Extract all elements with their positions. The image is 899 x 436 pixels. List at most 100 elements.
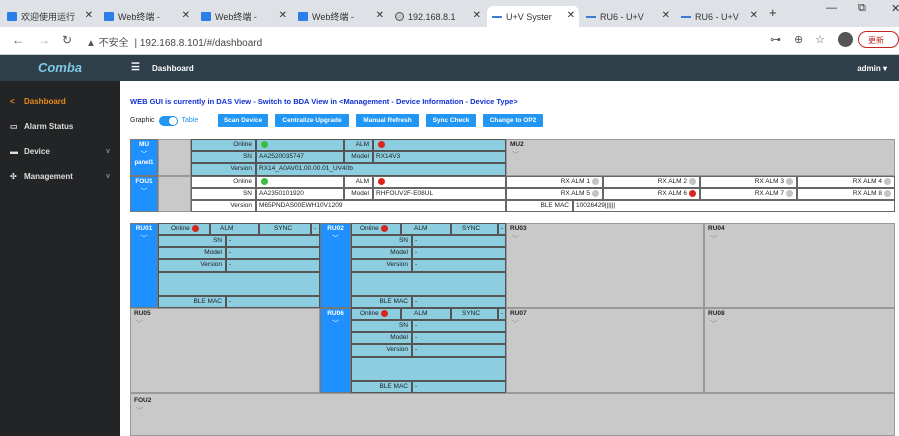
change-op2-button[interactable]: Change to OP2 [483, 114, 543, 127]
status-gray-icon [786, 189, 793, 197]
profile-avatar-icon[interactable] [838, 32, 853, 47]
ru01-label[interactable]: RU01 ﹀ [130, 223, 158, 308]
ru02-ble-mac-value: - [412, 296, 506, 308]
update-button[interactable]: 更新 [858, 31, 899, 48]
ru01-alm: ALM [210, 223, 259, 235]
ru07-block[interactable]: RU07 ﹀ [506, 308, 704, 393]
sidebar-item-alarm-status[interactable]: ▭ Alarm Status [0, 114, 120, 139]
rx-alarm-4: RX ALM 4 [797, 176, 895, 188]
mu2-block[interactable]: MU2 ﹀ [506, 139, 895, 176]
ru02-alm: ALM [401, 223, 451, 235]
view-toggle: Graphic Table [130, 114, 198, 127]
fou2-block[interactable]: FOU2 ﹀ [130, 393, 895, 436]
ru02-label[interactable]: RU02 ﹀ [320, 223, 351, 308]
browser-tab[interactable]: 192.168.8.1 ✕ [390, 6, 485, 27]
monitor-icon: ▭ [10, 122, 18, 131]
close-tab-icon[interactable]: ✕ [567, 10, 575, 21]
forward-icon[interactable]: → [38, 33, 50, 47]
rx-alarm-6: RX ALM 6 [603, 188, 700, 200]
ru06-version-value: - [412, 344, 506, 357]
url-field[interactable]: ▲ 不安全 | 192.168.8.101/#/dashboard [86, 34, 262, 49]
mu-alm-status [373, 139, 506, 151]
chevron-down-icon: ﹀ [332, 235, 339, 242]
fou1-model-label: Model [344, 188, 373, 200]
ru04-block[interactable]: RU04 ﹀ [704, 223, 895, 308]
status-red-icon [191, 224, 199, 232]
not-secure-label: ▲ 不安全 [86, 38, 129, 49]
ru02-blank [351, 272, 506, 296]
sidebar: Comba < Dashboard ▭ Alarm Status ▬ Device v … [0, 55, 120, 436]
scan-device-button[interactable]: Scan Device [218, 114, 268, 127]
ru03-block[interactable]: RU03 ﹀ [506, 223, 704, 308]
view-toggle-switch[interactable] [158, 115, 178, 126]
mu-sn-value: AA2520035747 [256, 151, 344, 163]
browser-tab[interactable]: 欢迎使用运行 ✕ [2, 6, 97, 27]
browser-tab[interactable]: Web终端 - ✕ [196, 6, 291, 27]
fou1-label[interactable]: FOU1 ﹀ [130, 176, 158, 212]
ru05-block[interactable]: RU05 ﹀ [130, 308, 320, 393]
key-icon[interactable]: ⊶ [770, 33, 781, 46]
close-window-icon[interactable]: ✕ [891, 2, 899, 15]
site-favicon-icon [7, 12, 17, 21]
device-icon: ▬ [10, 147, 18, 156]
close-tab-icon[interactable]: ✕ [376, 10, 384, 21]
ru06-label[interactable]: RU06 ﹀ [320, 308, 351, 393]
address-bar: ← → ↻ ▲ 不安全 | 192.168.8.101/#/dashboard … [0, 27, 899, 55]
back-icon[interactable]: ← [12, 33, 24, 47]
fou1-online-status [256, 176, 344, 188]
close-tab-icon[interactable]: ✕ [85, 10, 93, 21]
share-icon: < [10, 97, 15, 106]
close-tab-icon[interactable]: ✕ [473, 10, 481, 21]
manual-refresh-button[interactable]: Manual Refresh [356, 114, 419, 127]
browser-tab[interactable]: RU6 - U+V ✕ [581, 6, 674, 27]
new-tab-button[interactable]: + [769, 5, 777, 20]
mu-label[interactable]: MU ﹀ panel1 [130, 139, 158, 176]
site-favicon-icon [681, 15, 691, 18]
star-icon[interactable]: ☆ [815, 33, 825, 46]
dashboard-content: WEB GUI is currently in DAS View - Switc… [120, 81, 899, 436]
ru06-blank [351, 357, 506, 381]
status-red-icon [378, 140, 385, 148]
browser-tab[interactable]: Web终端 - ✕ [293, 6, 388, 27]
status-green-icon [261, 177, 268, 185]
sync-check-button[interactable]: Sync Check [426, 114, 476, 127]
chevron-down-icon: ﹀ [512, 236, 519, 243]
browser-tab[interactable]: RU6 - U+V ✕ [676, 6, 762, 27]
zoom-icon[interactable]: ⊕ [794, 33, 803, 46]
ru06-sync: SYNC [451, 308, 498, 320]
ru08-block[interactable]: RU08 ﹀ [704, 308, 895, 393]
app-header: ☰ Dashboard admin ▾ [120, 55, 899, 81]
status-gray-icon [884, 177, 891, 185]
close-tab-icon[interactable]: ✕ [662, 10, 670, 21]
chevron-down-icon: v [106, 148, 110, 155]
minimize-icon[interactable]: — [826, 2, 837, 14]
ru01-model-value: - [226, 247, 320, 259]
mu-version-label: Version [191, 163, 256, 176]
close-tab-icon[interactable]: ✕ [279, 10, 287, 21]
page-title: Dashboard [152, 64, 194, 73]
sidebar-item-dashboard[interactable]: < Dashboard [0, 89, 120, 114]
mu-model-value: RX14V3 [373, 151, 506, 163]
sidebar-item-management[interactable]: ✣ Management v [0, 164, 120, 189]
user-menu[interactable]: admin ▾ [857, 64, 887, 73]
mu-top-gray [158, 139, 191, 176]
ru06-sn-label: SN [351, 320, 412, 332]
centralize-upgrade-button[interactable]: Centralize Upgrade [275, 114, 349, 127]
site-favicon-icon [201, 12, 211, 21]
restore-icon[interactable]: ⧉ [858, 2, 866, 15]
chevron-down-icon: ﹀ [140, 151, 148, 158]
ru02-sync-value: - [498, 223, 506, 235]
ru01-sync: SYNC [259, 223, 311, 235]
browser-tab-active[interactable]: U+V Syster ✕ [487, 6, 579, 27]
table-label: Table [181, 117, 199, 124]
rx-alarm-8: RX ALM 8 [797, 188, 895, 200]
sidebar-item-device[interactable]: ▬ Device v [0, 139, 120, 164]
close-tab-icon[interactable]: ✕ [182, 10, 190, 21]
ru02-version-label: Version [351, 259, 412, 272]
menu-toggle-icon[interactable]: ☰ [131, 62, 140, 73]
close-tab-icon[interactable]: ✕ [750, 10, 758, 21]
reload-icon[interactable]: ↻ [62, 33, 72, 47]
fou1-model-value: RHFOUV2F-E08UL [373, 188, 506, 200]
mu-online-status [256, 139, 344, 151]
browser-tab[interactable]: Web终端 - ✕ [99, 6, 194, 27]
